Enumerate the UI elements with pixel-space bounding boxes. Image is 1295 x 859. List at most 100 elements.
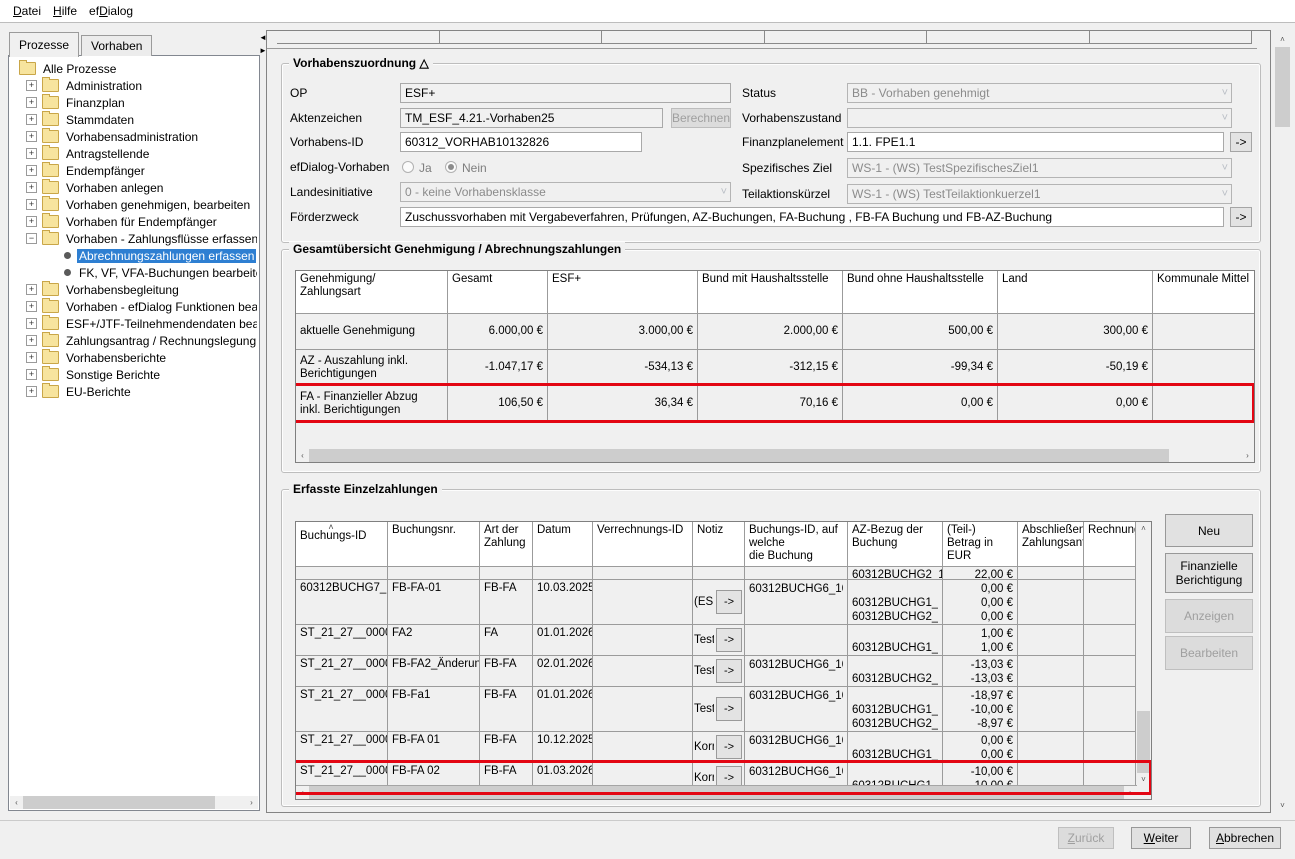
scrollbar-thumb[interactable] — [23, 796, 215, 809]
column-header-datum[interactable]: Datum — [533, 522, 593, 566]
column-header-verrechnungs-id[interactable]: Verrechnungs-ID — [593, 522, 693, 566]
expand-plus-icon[interactable]: + — [26, 352, 37, 363]
expand-plus-icon[interactable]: + — [26, 182, 37, 193]
weiter-button[interactable]: Weiter — [1131, 827, 1191, 849]
tree-item-abrechnungszahlungen-erfassen[interactable]: Abrechnungszahlungen erfassen — [11, 247, 257, 264]
tree-item-vorhaben-efdialog-funktionen-bearbeiten[interactable]: +Vorhaben - efDialog Funktionen bearbeit… — [11, 298, 257, 315]
expand-plus-icon[interactable]: + — [26, 165, 37, 176]
aktenzeichen-field[interactable]: TM_ESF_4.21.-Vorhaben25 — [400, 108, 663, 128]
collapse-minus-icon[interactable]: − — [26, 233, 37, 244]
scroll-down-icon[interactable]: ˅ — [1275, 798, 1290, 813]
notiz-open-button[interactable]: -> — [716, 735, 742, 759]
scroll-left-icon[interactable]: ‹ — [296, 786, 309, 799]
menu-item-hilfe[interactable]: Hilfe — [47, 2, 83, 20]
tree-item-vorhaben-zahlungsfl-sse-erfassen[interactable]: −Vorhaben - Zahlungsflüsse erfassen — [11, 230, 257, 247]
tree-horizontal-scrollbar[interactable]: ‹ › — [10, 796, 258, 809]
table-row[interactable]: aktuelle Genehmigung6.000,00 €3.000,00 €… — [296, 314, 1254, 350]
column-header-buchungs-id[interactable]: ˄Buchungs-ID — [296, 522, 388, 566]
column-header-abschlie-ende[interactable]: Abschließende Zahlungsantra — [1018, 522, 1084, 566]
menu-item-datei[interactable]: Datei — [7, 2, 47, 20]
scrollbar-thumb[interactable] — [309, 786, 1124, 799]
column-header-bund-mit-haushaltsstelle[interactable]: Bund mit Haushaltsstelle — [698, 271, 843, 313]
tree-item-fk-vf-vfa-buchungen-bearbeiten[interactable]: FK, VF, VFA-Buchungen bearbeiten — [11, 264, 257, 281]
tree-item-alle-prozesse[interactable]: Alle Prozesse — [11, 60, 257, 77]
expand-plus-icon[interactable]: + — [26, 386, 37, 397]
tab-prozesse[interactable]: Prozesse — [9, 32, 79, 57]
expand-plus-icon[interactable]: + — [26, 216, 37, 227]
table-row[interactable]: ST_21_27__000000FB-FA2_ÄnderungFB-FA02.0… — [296, 656, 1151, 687]
tree-item-stammdaten[interactable]: +Stammdaten — [11, 111, 257, 128]
expand-plus-icon[interactable]: + — [26, 199, 37, 210]
column-header-art-der[interactable]: Art der Zahlung — [480, 522, 533, 566]
column-header-kommunale-mittel[interactable]: Kommunale Mittel — [1153, 271, 1255, 313]
op-field[interactable]: ESF+ — [400, 83, 731, 103]
tree-item-vorhabensberichte[interactable]: +Vorhabensberichte — [11, 349, 257, 366]
table-row[interactable]: AZ - Auszahlung inkl. Berichtigungen-1.0… — [296, 350, 1254, 386]
payments-horizontal-scrollbar[interactable]: ‹ › — [296, 785, 1137, 799]
column-header-genehmigung[interactable]: Genehmigung/ Zahlungsart — [296, 271, 448, 313]
column-header-buchungs-id-auf[interactable]: Buchungs-ID, auf welche die Buchung — [745, 522, 848, 566]
expand-plus-icon[interactable]: + — [26, 301, 37, 312]
column-header-notiz[interactable]: Notiz — [693, 522, 745, 566]
expand-plus-icon[interactable]: + — [26, 97, 37, 108]
main-vertical-scrollbar[interactable]: ˄ ˅ — [1274, 32, 1291, 813]
notiz-open-button[interactable]: -> — [716, 590, 742, 614]
tree-item-vorhaben-anlegen[interactable]: +Vorhaben anlegen — [11, 179, 257, 196]
finanzielle-berichtigung-button[interactable]: Finanzielle Berichtigung — [1165, 553, 1253, 593]
expand-plus-icon[interactable]: + — [26, 369, 37, 380]
column-header-bund-ohne-haushaltsstelle[interactable]: Bund ohne Haushaltsstelle — [843, 271, 998, 313]
overview-horizontal-scrollbar[interactable]: ‹ › — [296, 449, 1254, 462]
scroll-up-icon[interactable]: ˄ — [1275, 32, 1290, 47]
abbrechen-button[interactable]: Abbrechen — [1209, 827, 1281, 849]
neu-button[interactable]: Neu — [1165, 514, 1253, 547]
scroll-right-icon[interactable]: › — [1241, 449, 1254, 462]
payments-vertical-scrollbar[interactable]: ˄ ˅ — [1135, 522, 1151, 786]
table-row[interactable]: ST_21_27__000000FB-Fa1FB-FA01.01.2026Tes… — [296, 687, 1151, 732]
expand-plus-icon[interactable]: + — [26, 284, 37, 295]
menu-item-efdialog[interactable]: efDialog — [83, 2, 139, 20]
tab-vorhaben[interactable]: Vorhaben — [81, 35, 152, 56]
finanzplanelement-open-button[interactable]: -> — [1230, 132, 1252, 152]
tree-item-vorhaben-genehmigen-bearbeiten[interactable]: +Vorhaben genehmigen, bearbeiten — [11, 196, 257, 213]
column-header-buchungsnr[interactable]: Buchungsnr. — [388, 522, 480, 566]
notiz-open-button[interactable]: -> — [716, 659, 742, 683]
tree-item-finanzplan[interactable]: +Finanzplan — [11, 94, 257, 111]
tree-item-vorhabensadministration[interactable]: +Vorhabensadministration — [11, 128, 257, 145]
expand-plus-icon[interactable]: + — [26, 80, 37, 91]
vorhabens-id-field[interactable]: 60312_VORHAB10132826 — [400, 132, 642, 152]
tree-item-sonstige-berichte[interactable]: +Sonstige Berichte — [11, 366, 257, 383]
tree-item-antragstellende[interactable]: +Antragstellende — [11, 145, 257, 162]
foerderzweck-open-button[interactable]: -> — [1230, 207, 1252, 227]
scrollbar-thumb[interactable] — [309, 449, 1169, 462]
tree-item-esf-jtf-teilnehmendendaten-bearbeiten[interactable]: +ESF+/JTF-Teilnehmendendaten bearbeiten — [11, 315, 257, 332]
scroll-right-icon[interactable]: › — [245, 796, 258, 809]
scroll-right-icon[interactable]: › — [1124, 786, 1137, 799]
tree-item-endempf-nger[interactable]: +Endempfänger — [11, 162, 257, 179]
expand-plus-icon[interactable]: + — [26, 114, 37, 125]
column-header-gesamt[interactable]: Gesamt — [448, 271, 548, 313]
foerderzweck-field[interactable]: Zuschussvorhaben mit Vergabeverfahren, P… — [400, 207, 1224, 227]
tree-item-administration[interactable]: +Administration — [11, 77, 257, 94]
scroll-up-icon[interactable]: ˄ — [1137, 522, 1150, 535]
table-row-partial[interactable]: 60312BUCHG2_101322,00 € — [296, 567, 1151, 580]
tree-item-vorhabensbegleitung[interactable]: +Vorhabensbegleitung — [11, 281, 257, 298]
column-header-land[interactable]: Land — [998, 271, 1153, 313]
column-header-teil[interactable]: (Teil-) Betrag in EUR — [943, 522, 1018, 566]
finanzplanelement-field[interactable]: 1.1. FPE1.1 — [847, 132, 1224, 152]
tree-item-zahlungsantrag-rechnungslegung[interactable]: +Zahlungsantrag / Rechnungslegung — [11, 332, 257, 349]
tree-item-eu-berichte[interactable]: +EU-Berichte — [11, 383, 257, 400]
table-row[interactable]: ST_21_27__000000FA2FA01.01.2026Test->603… — [296, 625, 1151, 656]
column-header-esf[interactable]: ESF+ — [548, 271, 698, 313]
scroll-left-icon[interactable]: ‹ — [296, 449, 309, 462]
scroll-left-icon[interactable]: ‹ — [10, 796, 23, 809]
scroll-down-icon[interactable]: ˅ — [1137, 773, 1150, 786]
table-row[interactable]: FA - Finanzieller Abzug inkl. Berichtigu… — [296, 386, 1254, 422]
expand-plus-icon[interactable]: + — [26, 131, 37, 142]
table-row[interactable]: ST_21_27__000000FB-FA 01FB-FA10.12.2025K… — [296, 732, 1151, 763]
notiz-open-button[interactable]: -> — [716, 628, 742, 652]
tree-item-vorhaben-f-r-endempf-nger[interactable]: +Vorhaben für Endempfänger — [11, 213, 257, 230]
expand-plus-icon[interactable]: + — [26, 318, 37, 329]
column-header-az-bezug-der[interactable]: AZ-Bezug der Buchung — [848, 522, 943, 566]
scrollbar-thumb[interactable] — [1275, 47, 1290, 127]
table-row[interactable]: 60312BUCHG7_1013FB-FA-01FB-FA10.03.2025(… — [296, 580, 1151, 625]
